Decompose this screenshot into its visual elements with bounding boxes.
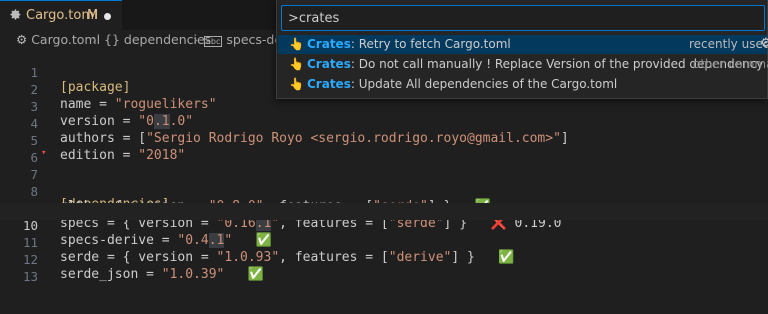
string-icon: abc — [204, 36, 223, 47]
chevron-right-icon: › — [92, 32, 97, 47]
editor-line: 11 serde = { version = "1.0.93", feature… — [0, 220, 768, 265]
editor-line-active: 10 specs-derive = "0.4.1" ✅ — [0, 203, 768, 248]
pointing-hand-icon: 👆 — [289, 57, 304, 71]
command-palette-input[interactable] — [281, 5, 765, 31]
editor-line: 9 specs = { version = "0.16.1", features… — [0, 186, 768, 231]
braces-icon: {} — [104, 32, 120, 47]
command-item[interactable]: 👆 Crates: Do not call manually ! Replace… — [278, 55, 768, 74]
command-label: : Update All dependencies of the Cargo.t… — [350, 77, 618, 91]
command-item-text: Crates: Retry to fetch Cargo.toml — [307, 37, 511, 51]
command-hint: other command — [693, 57, 768, 71]
command-hint: recently used — [689, 37, 768, 51]
gear-icon: ⚙ — [16, 32, 28, 47]
line-number: 13 — [22, 269, 38, 284]
pointing-hand-icon: 👆 — [289, 37, 304, 51]
editor-line: 4 authors = ["Sergio Rodrigo Royo <sergi… — [0, 101, 768, 146]
command-category: Crates — [307, 77, 351, 91]
chevron-right-icon: › — [193, 32, 198, 47]
gear-icon — [9, 8, 23, 22]
command-palette: 👆 Crates: Retry to fetch Cargo.toml rece… — [276, 0, 768, 99]
chevron-down-icon[interactable]: ▾ — [41, 148, 46, 158]
breadcrumb-file-label: Cargo.toml — [31, 32, 101, 47]
breadcrumb-file[interactable]: ⚙ Cargo.toml — [16, 32, 100, 47]
command-item[interactable]: 👆 Crates: Retry to fetch Cargo.toml rece… — [278, 35, 768, 54]
command-category: Crates — [307, 37, 351, 51]
command-category: Crates — [307, 57, 351, 71]
tab-cargo-toml[interactable]: Cargo.toml M — [0, 0, 122, 30]
editor-line: 12 serde_json = "1.0.39" ✅ — [0, 237, 768, 282]
command-item-text: Crates: Update All dependencies of the C… — [307, 77, 617, 91]
modified-badge: M — [87, 8, 99, 23]
editor-line: 6 — [0, 135, 768, 165]
pointing-hand-icon: 👆 — [289, 77, 304, 91]
editor-line: 5 edition = "2018" — [0, 118, 768, 163]
editor-line: 7 ▾ [dependencies] — [0, 148, 768, 212]
command-label: : Retry to fetch Cargo.toml — [350, 37, 511, 51]
breadcrumb-section-label: dependencies — [123, 32, 212, 47]
gear-icon[interactable]: ⚙ — [760, 36, 768, 51]
command-item[interactable]: 👆 Crates: Update All dependencies of the… — [278, 75, 767, 94]
editor-line: 8 rltk = { version = "0.8.0", features =… — [0, 169, 768, 214]
editor-line: 13 — [0, 254, 768, 284]
unsaved-dot-icon[interactable] — [104, 13, 111, 20]
